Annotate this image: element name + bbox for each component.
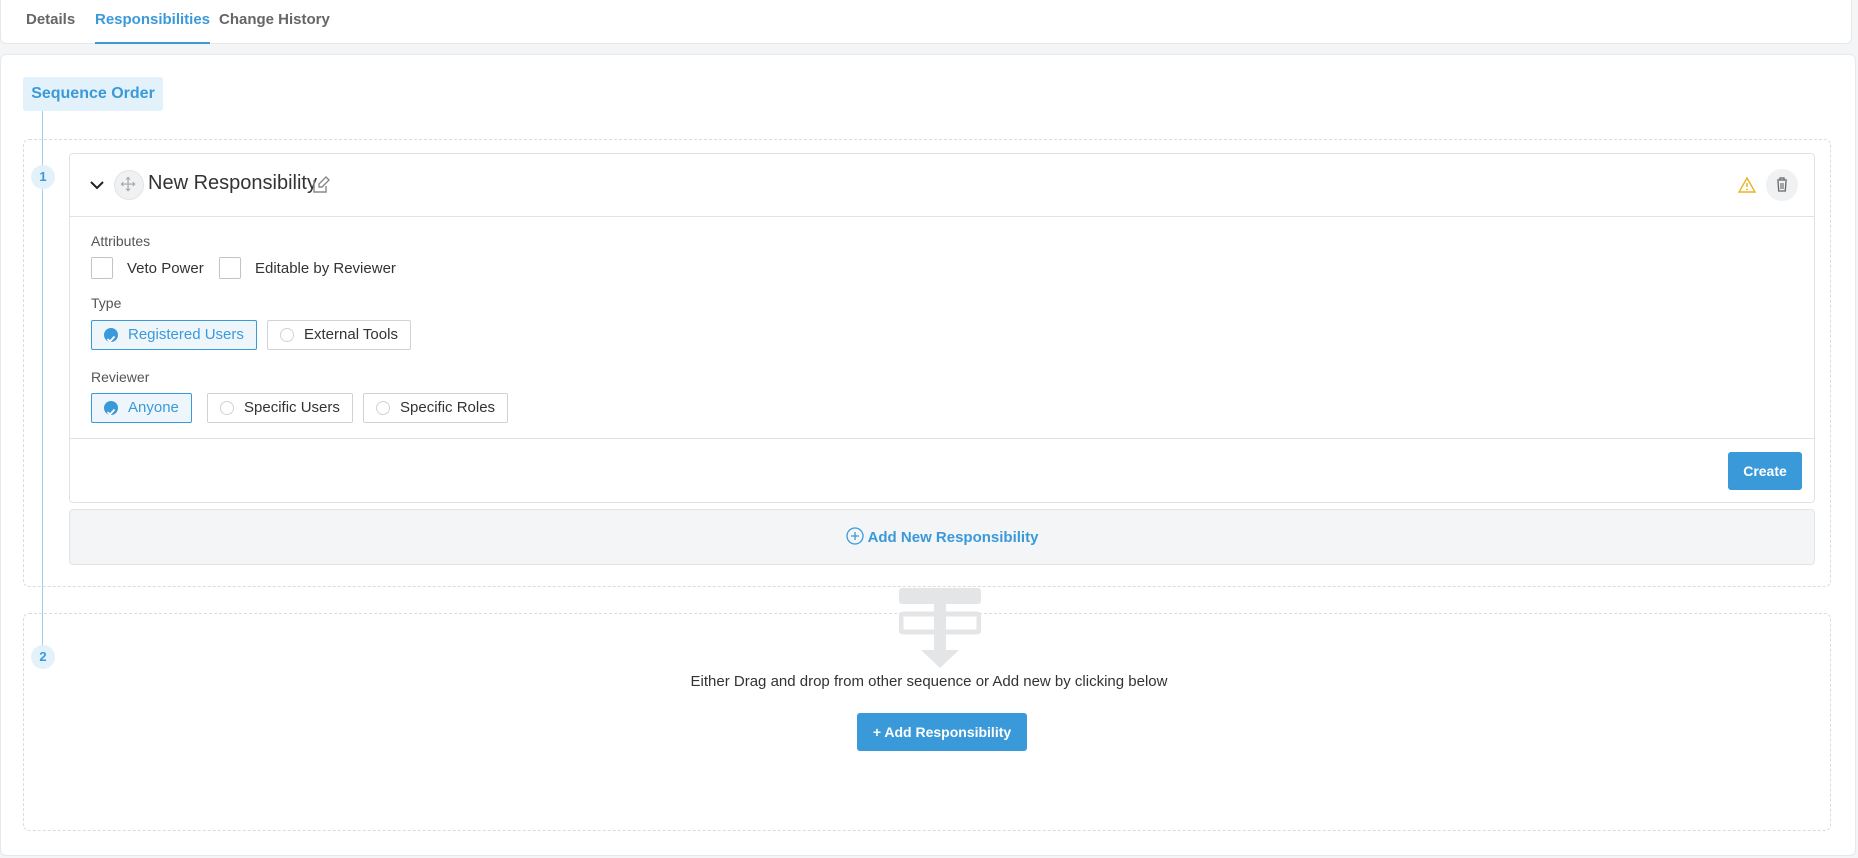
veto-power-checkbox[interactable] bbox=[91, 257, 113, 279]
responsibility-card: New Responsibility Attributes Veto Power bbox=[69, 153, 1815, 503]
check-circle-icon bbox=[104, 328, 118, 343]
check-circle-icon bbox=[104, 401, 118, 416]
drag-drop-icon bbox=[899, 588, 981, 668]
move-icon bbox=[120, 176, 136, 192]
tab-responsibilities[interactable]: Responsibilities bbox=[95, 0, 211, 44]
step-number-1: 1 bbox=[31, 165, 55, 189]
editable-by-reviewer-checkbox[interactable] bbox=[219, 257, 241, 279]
card-footer-divider bbox=[70, 438, 1814, 439]
warning-icon bbox=[1738, 176, 1756, 193]
chevron-down-icon[interactable] bbox=[88, 176, 106, 194]
tabs-bar: Details Responsibilities Change History bbox=[0, 0, 1852, 44]
type-label: Type bbox=[91, 295, 122, 311]
add-responsibility-button[interactable]: + Add Responsibility bbox=[857, 713, 1027, 751]
add-new-responsibility-bar[interactable]: Add New Responsibility bbox=[69, 509, 1815, 565]
editable-by-reviewer-label: Editable by Reviewer bbox=[255, 260, 396, 277]
add-new-responsibility-label: Add New Responsibility bbox=[867, 529, 1039, 546]
reviewer-specific-roles[interactable]: Specific Roles bbox=[363, 393, 509, 423]
create-button[interactable]: Create bbox=[1728, 452, 1802, 490]
type-external-tools-label: External Tools bbox=[304, 326, 398, 343]
attributes-label: Attributes bbox=[91, 233, 151, 249]
drag-handle[interactable] bbox=[114, 170, 144, 200]
empty-state-message: Either Drag and drop from other sequence… bbox=[690, 673, 1168, 690]
edit-icon[interactable] bbox=[311, 175, 331, 195]
responsibility-header: New Responsibility bbox=[70, 154, 1814, 217]
reviewer-specific-roles-label: Specific Roles bbox=[400, 399, 496, 416]
radio-empty-icon bbox=[376, 401, 390, 415]
plus-circle-icon bbox=[845, 527, 864, 545]
sequence-order-label: Sequence Order bbox=[23, 77, 163, 111]
responsibility-title: New Responsibility bbox=[148, 172, 317, 194]
veto-power-label: Veto Power bbox=[127, 260, 204, 277]
radio-empty-icon bbox=[280, 328, 294, 342]
type-registered-users-label: Registered Users bbox=[128, 326, 244, 343]
reviewer-label: Reviewer bbox=[91, 369, 150, 385]
radio-empty-icon bbox=[220, 401, 234, 415]
tab-change-history[interactable]: Change History bbox=[219, 0, 330, 44]
reviewer-specific-users-label: Specific Users bbox=[244, 399, 340, 416]
tab-details[interactable]: Details bbox=[26, 0, 75, 44]
step-number-2: 2 bbox=[31, 645, 55, 669]
type-registered-users[interactable]: Registered Users bbox=[91, 320, 257, 350]
type-external-tools[interactable]: External Tools bbox=[267, 320, 411, 350]
reviewer-anyone[interactable]: Anyone bbox=[91, 393, 192, 423]
reviewer-specific-users[interactable]: Specific Users bbox=[207, 393, 353, 423]
delete-button[interactable] bbox=[1766, 169, 1798, 201]
reviewer-anyone-label: Anyone bbox=[128, 399, 179, 416]
trash-icon bbox=[1777, 177, 1787, 192]
